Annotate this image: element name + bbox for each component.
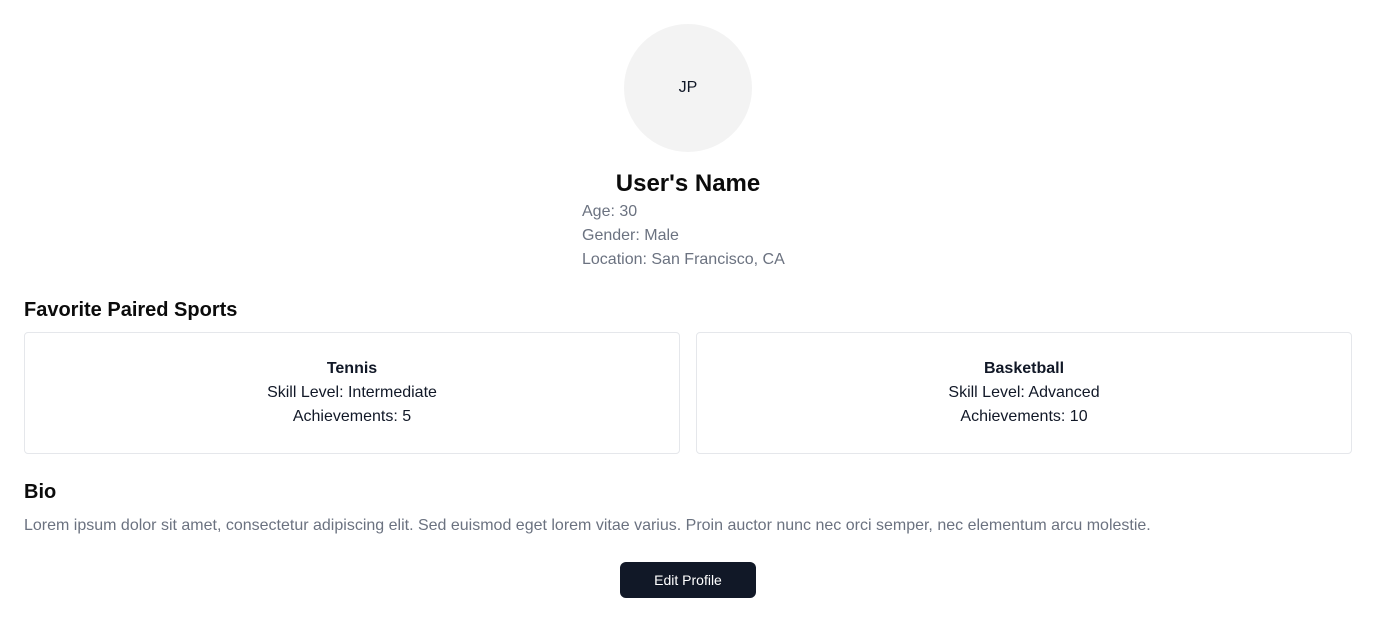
sports-grid: Tennis Skill Level: Intermediate Achieve… [24,332,1352,454]
sport-card-tennis: Tennis Skill Level: Intermediate Achieve… [24,332,680,454]
sport-skill-level: Skill Level: Advanced [948,384,1100,401]
user-details: Age: 30 Gender: Male Location: San Franc… [582,200,794,272]
user-location: Location: San Francisco, CA [582,251,785,268]
user-gender: Gender: Male [582,227,679,244]
sport-name: Tennis [326,360,378,377]
sport-skill-level: Skill Level: Intermediate [267,384,437,401]
bio-text: Lorem ipsum dolor sit amet, consectetur … [24,517,1151,534]
sport-achievements: Achievements: 10 [960,408,1088,425]
user-age: Age: 30 [582,203,638,220]
sports-section-title: Favorite Paired Sports [24,299,238,321]
avatar: JP [624,24,752,152]
sport-name: Basketball [983,360,1065,377]
profile-header: JP User's Name Age: 30 Gender: Male Loca… [0,24,1376,272]
avatar-initials: JP [678,79,698,96]
edit-profile-button[interactable]: Edit Profile [620,562,756,598]
profile-page: JP User's Name Age: 30 Gender: Male Loca… [0,0,1376,622]
user-name: User's Name [615,170,761,197]
bio-section-title: Bio [24,481,57,503]
sport-card-basketball: Basketball Skill Level: Advanced Achieve… [696,332,1352,454]
sport-achievements: Achievements: 5 [292,408,412,425]
